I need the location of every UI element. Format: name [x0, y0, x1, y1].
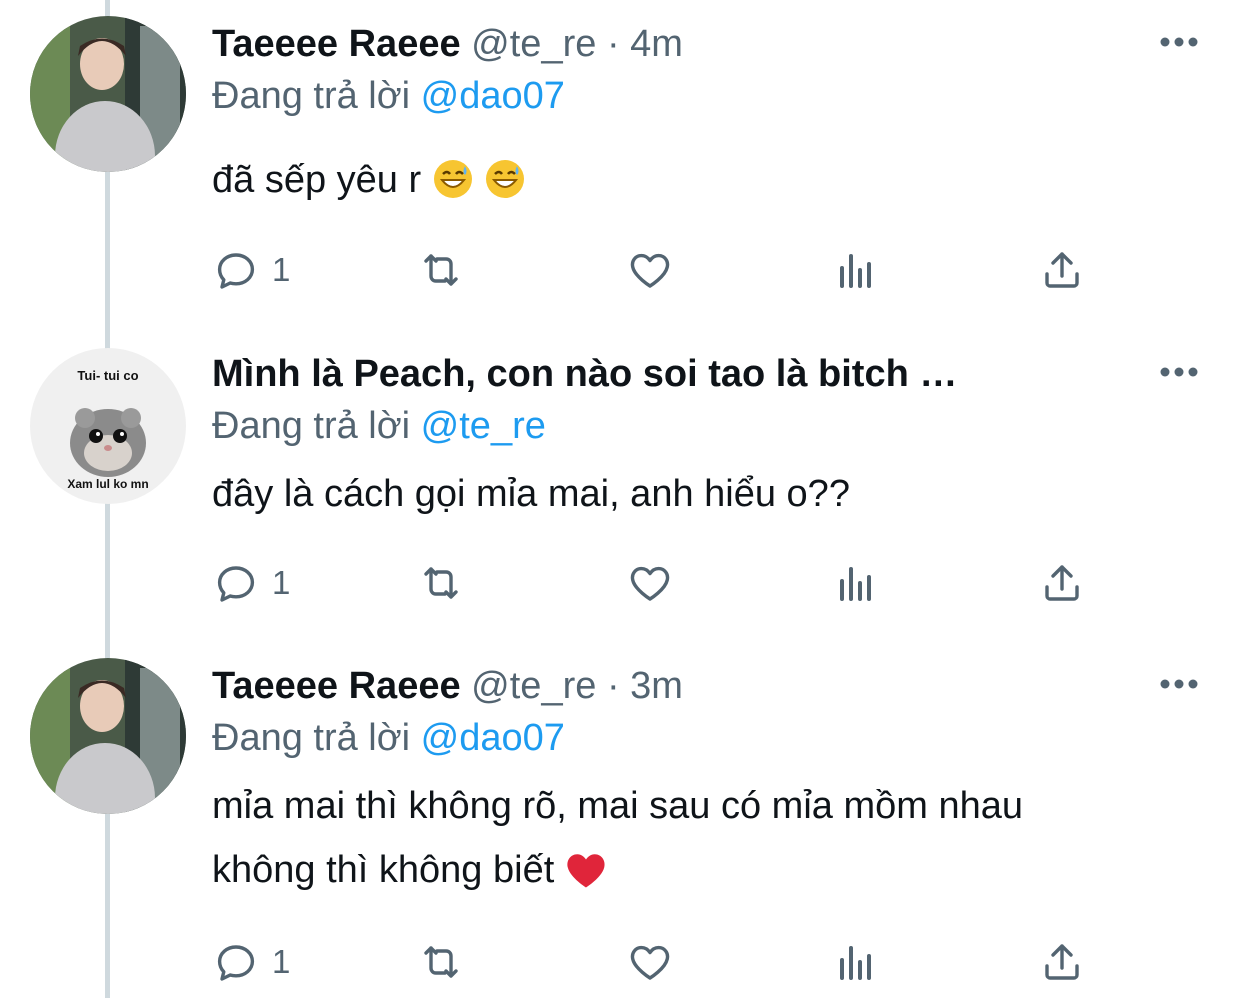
replying-to-label: Đang trả lời — [212, 405, 411, 447]
timestamp[interactable]: 3m — [630, 665, 683, 707]
retweet-icon — [424, 946, 458, 978]
reply-mention-link[interactable]: @te_re — [421, 405, 546, 447]
reply-icon — [217, 253, 255, 289]
reply-mention-link[interactable]: @dao07 — [421, 75, 565, 117]
reply-count: 1 — [272, 943, 291, 980]
tweet-text: đã sếp yêu r — [212, 148, 1172, 220]
share-button[interactable] — [1038, 555, 1086, 611]
share-button[interactable] — [1038, 242, 1086, 298]
reply-button[interactable]: 1 — [212, 934, 290, 990]
heart-icon — [630, 253, 670, 288]
heart-icon — [630, 945, 670, 980]
separator-dot: · — [606, 665, 620, 707]
avatar[interactable] — [30, 16, 186, 172]
separator-dot: · — [606, 23, 620, 65]
replying-to: Đang trả lời @dao07 — [212, 712, 565, 764]
tweet-text-line-2: không thì không biết — [212, 838, 1172, 910]
emoji — [432, 156, 474, 220]
reply-count: 1 — [272, 564, 291, 601]
retweet-icon — [424, 567, 458, 599]
tweet-text-line: đây là cách gọi mỉa mai, anh hiểu o?? — [212, 473, 850, 515]
views-button[interactable] — [832, 242, 880, 298]
timestamp[interactable]: 4m — [630, 23, 683, 65]
more-horizontal-icon[interactable] — [1155, 30, 1203, 54]
analytics-icon — [840, 946, 871, 980]
avatar-caption-bottom: Xam lul ko mn — [67, 477, 148, 491]
replying-to: Đang trả lời @te_re — [212, 400, 546, 452]
heart-icon — [630, 566, 670, 601]
like-button[interactable] — [626, 934, 674, 990]
retweet-button[interactable] — [417, 934, 465, 990]
tweet-header: Mình là Peach, con nào soi tao là bitch … — [212, 348, 957, 400]
share-icon — [1045, 565, 1079, 601]
share-icon — [1045, 944, 1079, 980]
reply-icon — [217, 566, 255, 602]
user-handle[interactable]: @te_re — [471, 665, 596, 707]
replying-to-label: Đang trả lời — [212, 75, 411, 117]
tweet-header: Taeeee Raeee @te_re · 4m — [212, 18, 683, 70]
replying-to: Đang trả lời @dao07 — [212, 70, 565, 122]
tweet-2[interactable]: Tui- tui co Xam lul ko mn Mình là Peach,… — [0, 330, 1242, 640]
analytics-icon — [840, 567, 871, 601]
tweet-1[interactable]: Taeeee Raeee @te_re · 4m Đang trả lời @d… — [0, 0, 1242, 320]
reply-button[interactable]: 1 — [212, 555, 290, 611]
retweet-button[interactable] — [417, 242, 465, 298]
display-name[interactable]: Taeeee Raeee — [212, 23, 461, 65]
display-name[interactable]: Taeeee Raeee — [212, 665, 461, 707]
tweet-text: mỉa mai thì không rõ, mai sau có mỉa mồm… — [212, 774, 1172, 910]
more-horizontal-icon[interactable] — [1155, 360, 1203, 384]
avatar[interactable]: Tui- tui co Xam lul ko mn — [30, 348, 186, 504]
tweet-header: Taeeee Raeee @te_re · 3m — [212, 660, 683, 712]
views-button[interactable] — [832, 555, 880, 611]
reply-count: 1 — [272, 251, 291, 288]
user-handle[interactable]: @te_re — [471, 23, 596, 65]
display-name[interactable]: Mình là Peach, con nào soi tao là bitch … — [212, 353, 957, 395]
share-button[interactable] — [1038, 934, 1086, 990]
retweet-icon — [424, 254, 458, 286]
more-horizontal-icon[interactable] — [1155, 672, 1203, 696]
avatar[interactable] — [30, 658, 186, 814]
tweet-actions: 1 — [212, 555, 1112, 611]
analytics-icon — [840, 254, 871, 288]
like-button[interactable] — [626, 555, 674, 611]
tweet-text-line: mỉa mai thì không rõ, mai sau có mỉa mồm… — [212, 785, 1024, 827]
reply-mention-link[interactable]: @dao07 — [421, 717, 565, 759]
tweet-3[interactable]: Taeeee Raeee @te_re · 3m Đang trả lời @d… — [0, 642, 1242, 998]
reply-icon — [217, 945, 255, 981]
heart-emoji — [565, 846, 607, 910]
tweet-text: đây là cách gọi mỉa mai, anh hiểu o?? — [212, 462, 1172, 526]
emoji — [484, 156, 526, 220]
retweet-button[interactable] — [417, 555, 465, 611]
share-icon — [1045, 252, 1079, 288]
replying-to-label: Đang trả lời — [212, 717, 411, 759]
reply-button[interactable]: 1 — [212, 242, 290, 298]
tweet-text-line: không thì không biết — [212, 849, 555, 891]
tweet-actions: 1 — [212, 934, 1112, 990]
tweet-actions: 1 — [212, 242, 1112, 298]
like-button[interactable] — [626, 242, 674, 298]
avatar-caption-top: Tui- tui co — [77, 368, 138, 383]
tweet-text-line: đã sếp yêu r — [212, 159, 422, 201]
views-button[interactable] — [832, 934, 880, 990]
